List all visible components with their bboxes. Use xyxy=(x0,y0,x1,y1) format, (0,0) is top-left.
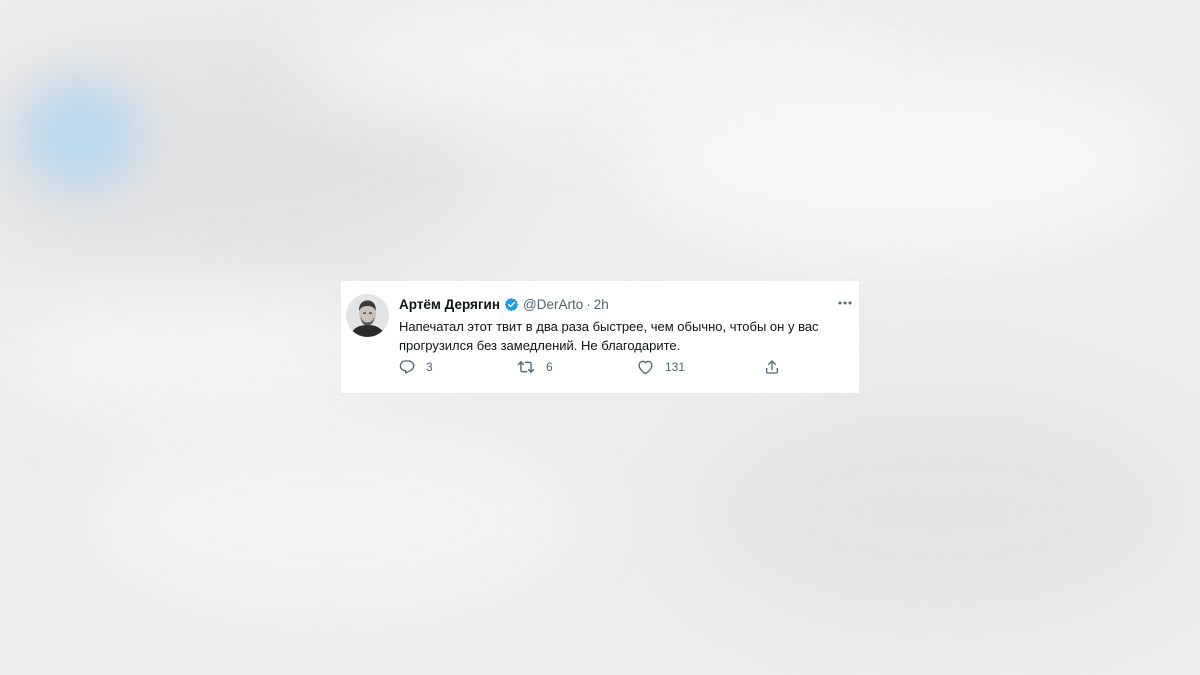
tweet-header: Артём Дерягин @DerArto · 2h xyxy=(399,295,819,313)
avatar[interactable] xyxy=(346,294,389,337)
header-separator: · xyxy=(586,296,591,312)
reply-icon xyxy=(399,360,415,374)
heart-icon xyxy=(638,360,653,375)
share-button[interactable] xyxy=(764,358,780,376)
background-blur-shape xyxy=(20,80,140,190)
tweet-text: Напечатал этот твит в два раза быстрее, … xyxy=(399,317,854,355)
tweet-text-line: прогрузился без замедлений. Не благодари… xyxy=(399,338,681,353)
reply-count: 3 xyxy=(426,360,433,374)
retweet-button[interactable]: 6 xyxy=(517,358,553,376)
tweet-text-line: Напечатал этот твит в два раза быстрее, … xyxy=(399,319,819,334)
reply-button[interactable]: 3 xyxy=(399,358,433,376)
background-blur-shape xyxy=(0,300,380,420)
retweet-icon xyxy=(517,361,535,373)
more-dots-icon[interactable] xyxy=(837,295,853,311)
author-handle[interactable]: @DerArto xyxy=(523,297,583,312)
retweet-count: 6 xyxy=(546,360,553,374)
tweet-timestamp[interactable]: 2h xyxy=(594,297,609,312)
background-blur-shape xyxy=(700,400,1180,620)
background-blur-shape xyxy=(80,420,580,620)
tweet-actions: 3 6 131 xyxy=(399,358,819,376)
background-blur-shape xyxy=(620,60,1180,260)
like-count: 131 xyxy=(665,360,686,374)
like-button[interactable]: 131 xyxy=(637,358,685,376)
share-icon xyxy=(766,360,778,374)
tweet-card[interactable]: Артём Дерягин @DerArto · 2h Напечатал эт… xyxy=(341,281,859,394)
verified-badge-icon xyxy=(504,297,519,312)
author-name[interactable]: Артём Дерягин xyxy=(399,297,500,312)
